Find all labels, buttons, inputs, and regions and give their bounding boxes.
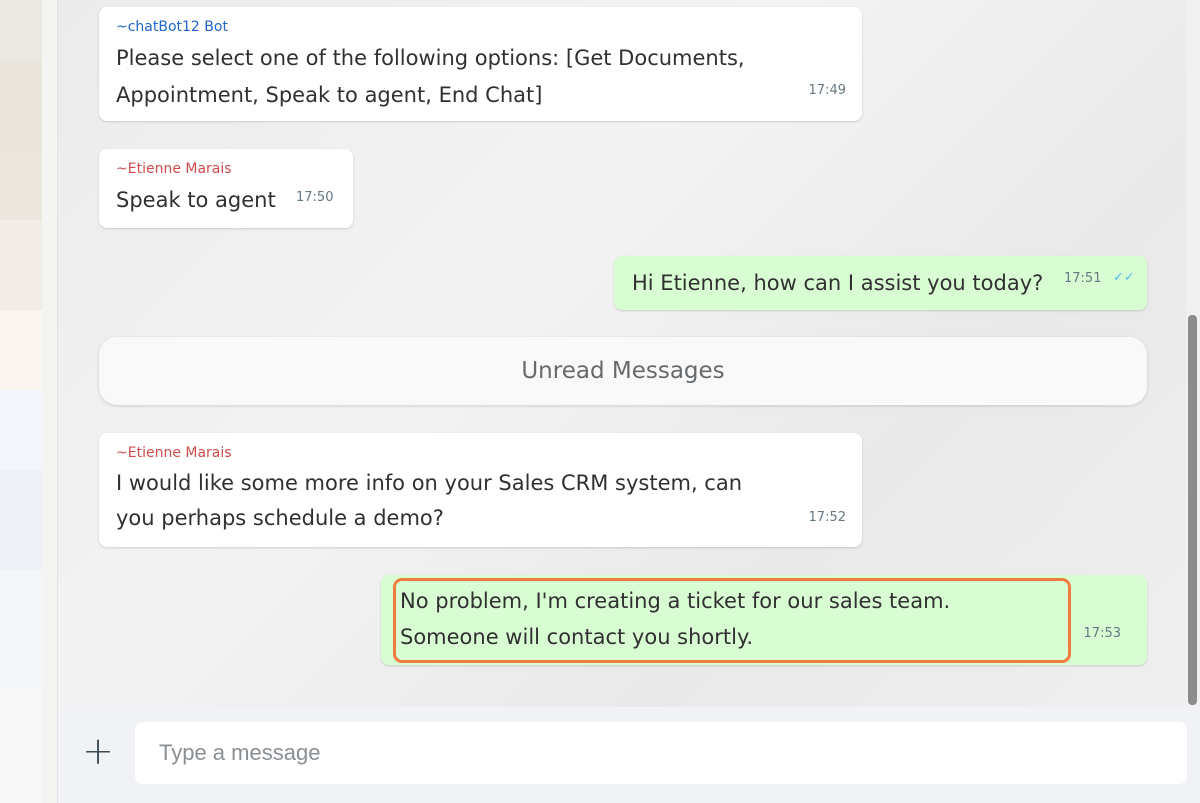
message-timestamp: 17:51 xyxy=(1064,271,1102,286)
message-text-line: Appointment, Speak to agent, End Chat] xyxy=(116,83,543,107)
message-sender: ~Etienne Marais xyxy=(116,445,232,461)
message-timestamp: 17:53 xyxy=(1083,626,1121,641)
message-bubble-incoming[interactable]: ~Etienne Marais I would like some more i… xyxy=(99,433,862,547)
message-text-line: Please select one of the following optio… xyxy=(116,46,745,70)
blurred-content xyxy=(0,150,42,220)
left-panel-edge xyxy=(0,0,58,803)
message-text-line: I would like some more info on your Sale… xyxy=(116,471,743,495)
blurred-content xyxy=(0,310,42,390)
blurred-content xyxy=(0,470,42,570)
blurred-content xyxy=(0,60,42,150)
message-input[interactable] xyxy=(135,722,1187,784)
blurred-content xyxy=(0,690,42,803)
message-bubble-incoming[interactable]: ~chatBot12 Bot Please select one of the … xyxy=(99,7,862,121)
blurred-content xyxy=(0,390,42,470)
unread-messages-divider: Unread Messages xyxy=(99,337,1147,405)
read-receipt-icon: ✓✓ xyxy=(1113,270,1135,285)
scrollbar-thumb[interactable] xyxy=(1188,315,1197,705)
message-timestamp: 17:50 xyxy=(296,190,334,205)
message-timestamp: 17:52 xyxy=(808,510,846,525)
message-sender: ~Etienne Marais xyxy=(116,161,232,177)
message-sender: ~chatBot12 Bot xyxy=(116,19,228,35)
message-text-line: you perhaps schedule a demo? xyxy=(116,506,444,530)
blurred-content xyxy=(0,220,42,310)
blurred-content xyxy=(0,0,42,60)
plus-icon[interactable]: + xyxy=(78,726,118,776)
message-bubble-incoming[interactable]: ~Etienne Marais Speak to agent 17:50 xyxy=(99,149,353,228)
highlight-annotation-box xyxy=(393,578,1071,663)
message-timestamp: 17:49 xyxy=(808,83,846,98)
blurred-content xyxy=(0,570,42,690)
message-bubble-outgoing[interactable]: Hi Etienne, how can I assist you today? … xyxy=(614,256,1147,310)
